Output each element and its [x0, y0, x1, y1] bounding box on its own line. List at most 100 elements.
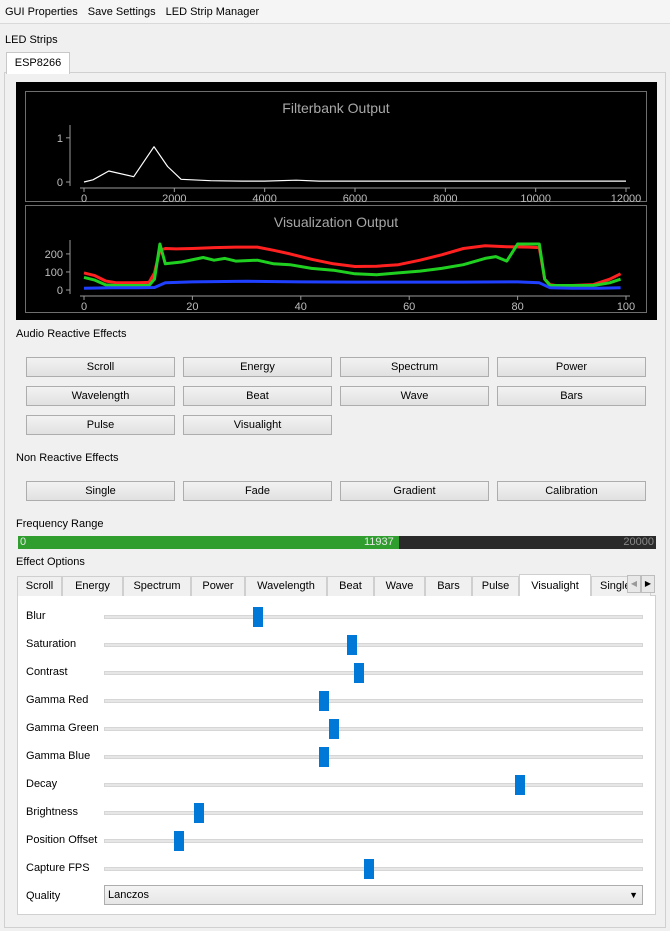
- tab-power[interactable]: Power: [191, 576, 245, 596]
- non-reactive-group-label: Non Reactive Effects: [16, 452, 119, 464]
- frequency-range-slider[interactable]: 0 11937 20000: [18, 536, 656, 549]
- series-line: [83, 279, 621, 290]
- gamma-green-slider-track[interactable]: [104, 727, 643, 731]
- tab-visualight[interactable]: Visualight: [519, 574, 591, 596]
- filterbank-chart: 0 2000 4000 6000 8000 10000 12000 1 0: [57, 125, 642, 203]
- energy-button[interactable]: Energy: [183, 357, 332, 377]
- x-tick-label: 0: [81, 193, 87, 203]
- slider-label: Gamma Red: [26, 694, 89, 706]
- saturation-slider-track[interactable]: [104, 643, 643, 647]
- blur-slider-track[interactable]: [104, 615, 643, 619]
- pulse-button[interactable]: Pulse: [26, 415, 175, 435]
- x-tick-label: 4000: [252, 193, 276, 203]
- x-tick-label: 40: [295, 301, 307, 313]
- slider-row-capture-fps: Capture FPS: [26, 859, 646, 879]
- tab-scroll[interactable]: Scroll: [17, 576, 62, 596]
- position-offset-slider-handle[interactable]: [173, 831, 184, 851]
- effect-options-group-label: Effect Options: [16, 556, 85, 568]
- slider-label: Brightness: [26, 806, 78, 818]
- visualight-button[interactable]: Visualight: [183, 415, 332, 435]
- gradient-button[interactable]: Gradient: [340, 481, 489, 501]
- x-tick-label: 60: [403, 301, 415, 313]
- blur-slider-handle[interactable]: [252, 607, 263, 627]
- x-tick-label: 6000: [343, 193, 367, 203]
- gamma-blue-slider-handle[interactable]: [318, 747, 329, 767]
- spectrum-button[interactable]: Spectrum: [340, 357, 489, 377]
- slider-row-position-offset: Position Offset: [26, 831, 646, 851]
- y-tick-label: 1: [57, 133, 63, 145]
- tab-scroll-left-icon[interactable]: ◀: [627, 575, 641, 593]
- x-tick-label: 100: [617, 301, 635, 313]
- x-tick-label: 80: [511, 301, 523, 313]
- x-tick-label: 8000: [433, 193, 457, 203]
- decay-slider-handle[interactable]: [515, 775, 526, 795]
- frequency-range-max: 20000: [623, 536, 654, 548]
- wavelength-button[interactable]: Wavelength: [26, 386, 175, 406]
- gamma-blue-slider-track[interactable]: [104, 755, 643, 759]
- slider-row-contrast: Contrast: [26, 663, 646, 683]
- wave-button[interactable]: Wave: [340, 386, 489, 406]
- x-tick-label: 12000: [611, 193, 642, 203]
- beat-button[interactable]: Beat: [183, 386, 332, 406]
- slider-row-saturation: Saturation: [26, 635, 646, 655]
- menu-bar: GUI Properties Save Settings LED Strip M…: [0, 0, 670, 24]
- slider-row-decay: Decay: [26, 775, 646, 795]
- audio-reactive-group-label: Audio Reactive Effects: [16, 328, 127, 340]
- x-tick-label: 0: [81, 301, 87, 313]
- tab-scroll-right-icon[interactable]: ▶: [641, 575, 655, 593]
- tab-beat[interactable]: Beat: [327, 576, 374, 596]
- tab-pulse[interactable]: Pulse: [472, 576, 519, 596]
- capture-fps-slider-handle[interactable]: [363, 859, 374, 879]
- menu-led-strip-manager[interactable]: LED Strip Manager: [161, 0, 265, 24]
- tab-energy[interactable]: Energy: [62, 576, 123, 596]
- y-tick-label: 0: [57, 177, 63, 189]
- frequency-range-min: 0: [20, 536, 27, 548]
- x-tick-label: 2000: [162, 193, 186, 203]
- chevron-down-icon: ▼: [629, 890, 638, 900]
- frequency-range-fill: [18, 536, 399, 549]
- menu-save-settings[interactable]: Save Settings: [83, 0, 161, 24]
- slider-label: Position Offset: [26, 834, 98, 846]
- contrast-slider-track[interactable]: [104, 671, 643, 675]
- x-tick-label: 20: [186, 301, 198, 313]
- tab-wavelength[interactable]: Wavelength: [245, 576, 327, 596]
- brightness-slider-handle[interactable]: [193, 803, 204, 823]
- slider-label: Capture FPS: [26, 862, 90, 874]
- slider-label: Gamma Blue: [26, 750, 91, 762]
- series-line: [83, 146, 626, 183]
- frequency-range-value: 11937: [364, 536, 394, 548]
- saturation-slider-handle[interactable]: [347, 635, 358, 655]
- led-strips-group-label: LED Strips: [5, 34, 58, 46]
- visualization-chart: 0 20 40 60 80 100 200 100 0: [45, 240, 635, 313]
- slider-label: Gamma Green: [26, 722, 99, 734]
- tab-wave[interactable]: Wave: [374, 576, 425, 596]
- power-button[interactable]: Power: [497, 357, 646, 377]
- gamma-red-slider-track[interactable]: [104, 699, 643, 703]
- filterbank-plot: Filterbank Output 0 2000 4000 6000 8000 10000…: [25, 91, 647, 203]
- position-offset-slider-track[interactable]: [104, 839, 643, 843]
- gamma-red-slider-handle[interactable]: [318, 691, 329, 711]
- slider-label: Contrast: [26, 666, 68, 678]
- tab-esp8266[interactable]: ESP8266: [6, 52, 70, 74]
- plot-area: Filterbank Output 0 2000 4000 6000 8000 10000…: [16, 82, 657, 320]
- fade-button[interactable]: Fade: [183, 481, 332, 501]
- brightness-slider-track[interactable]: [104, 811, 643, 815]
- x-tick-label: 10000: [520, 193, 551, 203]
- gamma-green-slider-handle[interactable]: [329, 719, 340, 739]
- quality-select[interactable]: Lanczos ▼: [104, 885, 643, 905]
- slider-row-blur: Blur: [26, 607, 646, 627]
- scroll-button[interactable]: Scroll: [26, 357, 175, 377]
- menu-gui-properties[interactable]: GUI Properties: [0, 0, 83, 24]
- y-tick-label: 100: [45, 267, 63, 279]
- decay-slider-track[interactable]: [104, 783, 643, 787]
- calibration-button[interactable]: Calibration: [497, 481, 646, 501]
- slider-row-gamma-red: Gamma Red: [26, 691, 646, 711]
- slider-label: Decay: [26, 778, 58, 790]
- bars-button[interactable]: Bars: [497, 386, 646, 406]
- tab-spectrum[interactable]: Spectrum: [123, 576, 191, 596]
- contrast-slider-handle[interactable]: [354, 663, 365, 683]
- single-button[interactable]: Single: [26, 481, 175, 501]
- y-tick-label: 200: [45, 249, 63, 261]
- tab-bars[interactable]: Bars: [425, 576, 472, 596]
- slider-row-brightness: Brightness: [26, 803, 646, 823]
